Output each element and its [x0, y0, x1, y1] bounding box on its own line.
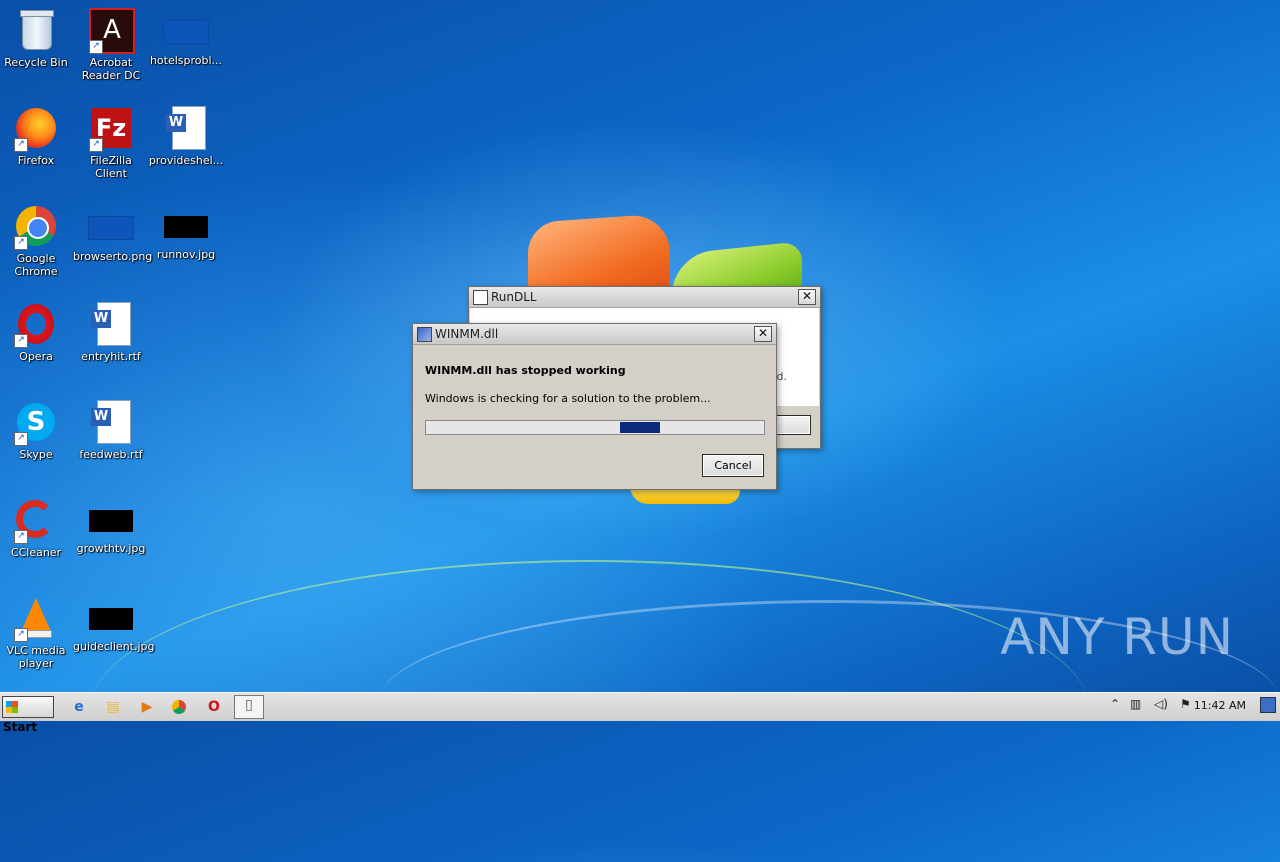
rundll-titlebar[interactable]: RunDLL ✕: [469, 287, 820, 308]
skype-icon: S ↗: [14, 400, 58, 446]
acrobat-reader-icon: A ↗: [89, 8, 135, 54]
desktop-icon-label: Recycle Bin: [4, 56, 68, 69]
explorer-icon[interactable]: ▤: [104, 698, 122, 716]
word-document-icon: W: [89, 302, 133, 346]
desktop-icon-hotelsproblem[interactable]: hotelsprobl...: [148, 8, 224, 67]
app-window-icon: [417, 327, 432, 342]
error-dialog-titlebar[interactable]: WINMM.dll ✕: [413, 324, 776, 345]
desktop-icon-runnov[interactable]: runnov.jpg: [148, 204, 224, 261]
error-dialog[interactable]: WINMM.dll ✕ WINMM.dll has stopped workin…: [412, 323, 777, 490]
shortcut-arrow-icon: ↗: [14, 334, 28, 348]
shortcut-arrow-icon: ↗: [14, 432, 28, 446]
word-document-icon: W: [89, 400, 133, 444]
desktop-icon-label: hotelsprobl...: [149, 54, 223, 67]
progress-bar-fill: [620, 422, 660, 433]
show-desktop-button[interactable]: [1260, 697, 1276, 713]
filezilla-icon: Fz ↗: [89, 106, 133, 152]
media-player-icon[interactable]: ▶: [138, 698, 156, 716]
shortcut-arrow-icon: ↗: [14, 530, 28, 544]
desktop-icon-provideshell[interactable]: W provideshel...: [148, 106, 224, 167]
desktop-icon-label: CCleaner: [10, 546, 62, 559]
desktop-icon-ccleaner[interactable]: ↗ CCleaner: [0, 498, 74, 559]
app-window-icon: [473, 290, 488, 305]
desktop-icon-filezilla[interactable]: Fz ↗ FileZilla Client: [73, 106, 149, 180]
word-document-icon: W: [164, 106, 208, 150]
ie-icon[interactable]: e: [70, 698, 88, 716]
desktop-icon-label: VLC media player: [6, 644, 66, 670]
desktop-icon-label: guideclient.jpg: [73, 640, 155, 653]
desktop-icon-label: browserto.png: [73, 250, 153, 263]
shortcut-arrow-icon: ↗: [89, 138, 103, 152]
desktop-icon-vlc[interactable]: ↗ VLC media player: [0, 596, 74, 670]
windows-logo-icon: [6, 701, 18, 713]
desktop-icon-acrobat[interactable]: A ↗ Acrobat Reader DC: [73, 8, 149, 82]
opera-icon[interactable]: O: [205, 698, 223, 716]
desktop-icon-browserto[interactable]: browserto.png: [73, 204, 153, 263]
error-heading: WINMM.dll has stopped working: [425, 364, 626, 377]
start-button[interactable]: Start: [2, 696, 54, 734]
shortcut-arrow-icon: ↗: [89, 40, 103, 54]
close-icon[interactable]: ✕: [754, 326, 772, 342]
desktop-icon-recycle-bin[interactable]: Recycle Bin: [0, 8, 74, 69]
start-label: Start: [3, 720, 38, 734]
image-file-icon: [88, 216, 134, 240]
shortcut-arrow-icon: ↗: [14, 138, 28, 152]
desktop-icon-guideclient[interactable]: guideclient.jpg: [73, 596, 155, 653]
desktop-icon-chrome[interactable]: ↗ Google Chrome: [0, 204, 74, 278]
desktop-icon-label: growthtv.jpg: [76, 542, 146, 555]
show-hidden-icons-icon[interactable]: ⌃: [1110, 697, 1120, 711]
network-icon[interactable]: ▥: [1130, 697, 1141, 711]
desktop-icon-opera[interactable]: ↗ Opera: [0, 302, 74, 363]
desktop-icon-label: Opera: [19, 350, 53, 363]
image-file-icon: [163, 20, 209, 44]
taskbar-clock[interactable]: 11:42 AM: [1194, 699, 1246, 712]
chrome-icon: ↗: [14, 204, 58, 250]
cancel-button[interactable]: Cancel: [702, 454, 764, 477]
image-file-icon: [89, 608, 133, 630]
ccleaner-icon: ↗: [14, 498, 58, 544]
rundll-button[interactable]: [771, 415, 811, 435]
volume-icon[interactable]: ◁): [1154, 697, 1168, 711]
shortcut-arrow-icon: ↗: [14, 628, 28, 642]
desktop-icon-label: Acrobat Reader DC: [81, 56, 141, 82]
desktop-icon-label: entryhit.rtf: [81, 350, 141, 363]
rundll-title: RunDLL: [491, 290, 537, 304]
rundll-partial-text: d.: [776, 370, 787, 383]
error-message: Windows is checking for a solution to th…: [425, 392, 711, 405]
taskbar: Start e ▤ ▶ O ▯ ⌃ ▥ ◁) ⚑ 11:42 AM: [0, 692, 1280, 734]
vlc-icon: ↗: [14, 596, 58, 642]
desktop-icon-label: feedweb.rtf: [79, 448, 143, 461]
desktop-icon-label: FileZilla Client: [90, 154, 132, 180]
close-icon[interactable]: ✕: [798, 289, 816, 305]
image-file-icon: [164, 216, 208, 238]
action-center-flag-icon[interactable]: ⚑: [1180, 697, 1191, 711]
progress-bar: [425, 420, 765, 435]
document-icon[interactable]: ▯: [234, 695, 264, 719]
recycle-bin-icon: [14, 8, 58, 52]
desktop-icon-label: Google Chrome: [14, 252, 58, 278]
desktop-icon-label: runnov.jpg: [156, 248, 216, 261]
opera-icon: ↗: [14, 302, 58, 348]
image-file-icon: [89, 510, 133, 532]
chrome-icon[interactable]: [172, 700, 186, 714]
desktop-icon-feedweb[interactable]: W feedweb.rtf: [73, 400, 149, 461]
desktop-icon-label: provideshel...: [148, 154, 224, 167]
error-dialog-title: WINMM.dll: [435, 327, 499, 341]
desktop-icon-growthtv[interactable]: growthtv.jpg: [73, 498, 149, 555]
desktop-icon-entryhit[interactable]: W entryhit.rtf: [73, 302, 149, 363]
anyrun-watermark: ANY RUN: [1000, 608, 1234, 666]
desktop-icon-firefox[interactable]: ↗ Firefox: [0, 106, 74, 167]
desktop-icon-label: Skype: [19, 448, 53, 461]
shortcut-arrow-icon: ↗: [14, 236, 28, 250]
firefox-icon: ↗: [14, 106, 58, 152]
desktop-icon-label: Firefox: [17, 154, 55, 167]
desktop-icon-skype[interactable]: S ↗ Skype: [0, 400, 74, 461]
